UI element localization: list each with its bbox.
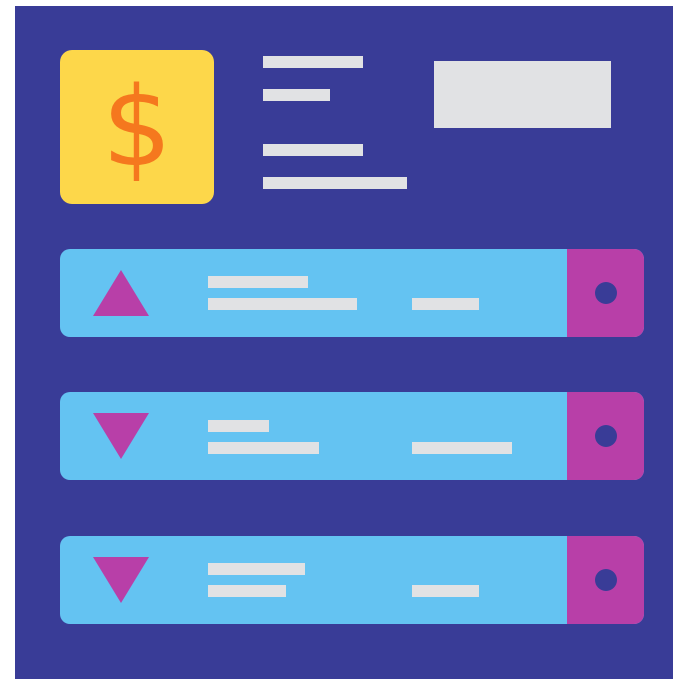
row-subtitle-line: [208, 298, 357, 310]
header-line-1: [263, 56, 363, 68]
row-action-tab[interactable]: [567, 536, 644, 624]
row-amount-line: [412, 585, 479, 597]
row-title-line: [208, 563, 305, 575]
row-subtitle-line: [208, 442, 319, 454]
triangle-down-icon: [93, 557, 149, 603]
header-line-4: [263, 177, 407, 189]
transaction-row[interactable]: [60, 249, 644, 337]
dot-icon: [595, 425, 617, 447]
row-action-tab[interactable]: [567, 392, 644, 480]
triangle-down-icon: [93, 413, 149, 459]
header-line-2: [263, 89, 330, 101]
dollar-icon: $: [102, 63, 172, 191]
row-title-line: [208, 276, 308, 288]
coin-tile: $: [60, 50, 214, 204]
wallet-panel: $: [15, 6, 673, 679]
header-placeholder-box: [434, 61, 611, 128]
row-title-line: [208, 420, 269, 432]
header-line-3: [263, 144, 363, 156]
dot-icon: [595, 282, 617, 304]
transaction-row[interactable]: [60, 536, 644, 624]
row-amount-line: [412, 442, 512, 454]
triangle-up-icon: [93, 270, 149, 316]
row-action-tab[interactable]: [567, 249, 644, 337]
row-amount-line: [412, 298, 479, 310]
row-subtitle-line: [208, 585, 286, 597]
transaction-row[interactable]: [60, 392, 644, 480]
dot-icon: [595, 569, 617, 591]
